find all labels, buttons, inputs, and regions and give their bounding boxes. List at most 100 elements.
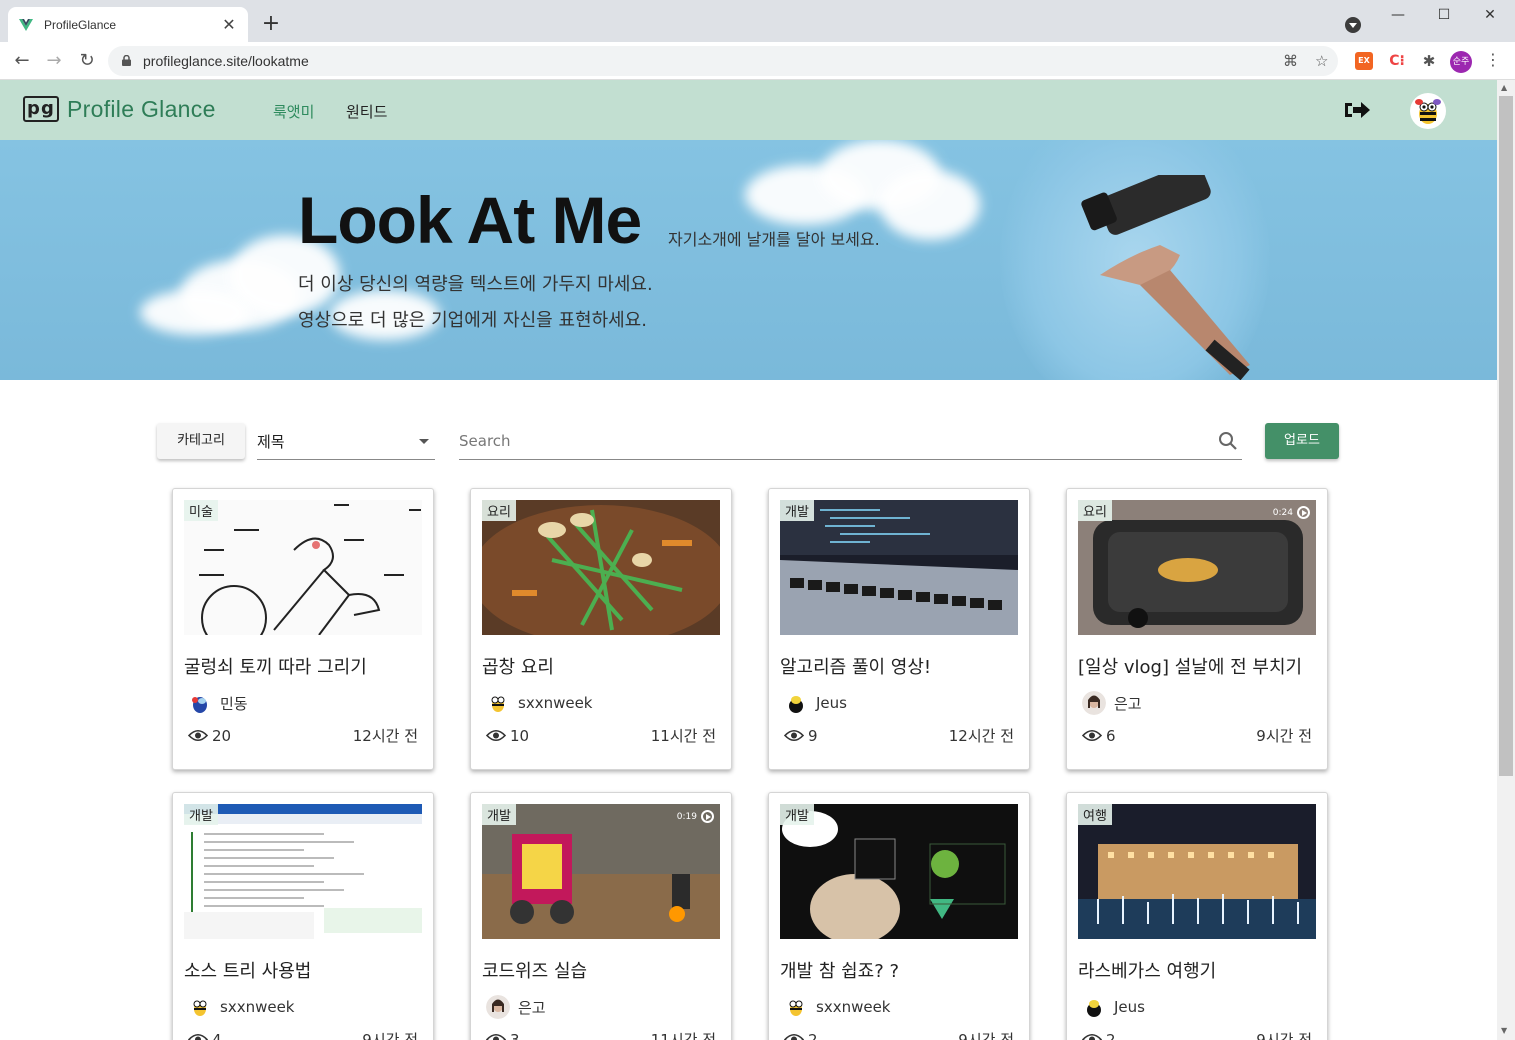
- video-card-1[interactable]: 미술 굴렁쇠 토끼 따라 그리기 민동 20 12시간 전: [172, 488, 434, 770]
- video-card-6[interactable]: 개발 0:19 코드위즈 실습 은고 3 11시간 전: [470, 792, 732, 1040]
- banner-line-1: 더 이상 당신의 역량을 텍스트에 가두지 마세요.: [298, 274, 653, 295]
- author-avatar: [1082, 995, 1106, 1019]
- extension-ex-icon[interactable]: EX: [1355, 52, 1373, 70]
- author-row[interactable]: 은고: [1082, 691, 1142, 715]
- category-tag: 개발: [780, 500, 814, 521]
- author-row[interactable]: Jeus: [784, 691, 847, 715]
- camcorder-hand-image: [1081, 175, 1250, 380]
- eye-icon: [188, 729, 208, 742]
- extension-c-icon[interactable]: C⁝: [1388, 52, 1406, 70]
- close-window-button[interactable]: ✕: [1467, 4, 1513, 34]
- stats-row: 10 11시간 전: [486, 725, 716, 746]
- stats-row: 4 9시간 전: [188, 1029, 418, 1040]
- new-tab-button[interactable]: +: [258, 12, 284, 38]
- author-name: 은고: [1114, 694, 1142, 713]
- view-count: 10: [486, 725, 529, 746]
- video-title[interactable]: 소스 트리 사용법: [184, 957, 424, 983]
- upload-time: 11시간 전: [650, 727, 716, 745]
- view-count: 2: [1082, 1029, 1116, 1040]
- thumbnail-image: [184, 500, 422, 635]
- video-duration: 0:24: [1273, 506, 1310, 519]
- video-thumbnail[interactable]: 여행: [1078, 804, 1316, 939]
- video-card-8[interactable]: 여행 라스베가스 여행기 Jeus 2 9시간 전: [1066, 792, 1328, 1040]
- video-card-7[interactable]: 개발 개발 참 쉽죠? ? sxxnweek 2 9시간 전: [768, 792, 1030, 1040]
- reload-icon[interactable]: ↻: [75, 49, 99, 73]
- bookmark-star-icon[interactable]: ☆: [1315, 52, 1328, 70]
- back-icon[interactable]: ←: [10, 49, 34, 73]
- video-card-4[interactable]: 요리 0:24 [일상 vlog] 설날에 전 부치기 은고 6 9시간 전: [1066, 488, 1328, 770]
- browser-menu-icon[interactable]: ⋮: [1485, 50, 1501, 69]
- author-avatar: [188, 691, 212, 715]
- logo-icon[interactable]: pg: [23, 96, 59, 122]
- video-title[interactable]: [일상 vlog] 설날에 전 부치기: [1078, 653, 1318, 679]
- author-row[interactable]: 민동: [188, 691, 248, 715]
- scroll-down-icon[interactable]: ▼: [1501, 1026, 1507, 1035]
- minimize-button[interactable]: —: [1375, 4, 1421, 34]
- author-avatar: [486, 995, 510, 1019]
- author-avatar: [188, 995, 212, 1019]
- upload-time: 9시간 전: [1256, 727, 1312, 745]
- video-title[interactable]: 알고리즘 풀이 영상!: [780, 653, 1020, 679]
- video-duration: 0:19: [677, 810, 714, 823]
- maximize-button[interactable]: ☐: [1421, 4, 1467, 34]
- category-tag: 개발: [780, 804, 814, 825]
- eye-icon: [188, 1033, 208, 1040]
- eye-icon: [486, 1033, 506, 1040]
- category-tag: 여행: [1078, 804, 1112, 825]
- author-row[interactable]: sxxnweek: [486, 691, 593, 715]
- scroll-up-icon[interactable]: ▲: [1501, 83, 1507, 92]
- video-title[interactable]: 굴렁쇠 토끼 따라 그리기: [184, 653, 424, 679]
- video-card-3[interactable]: 개발 알고리즘 풀이 영상! Jeus 9 12시간 전: [768, 488, 1030, 770]
- video-thumbnail[interactable]: 개발: [780, 804, 1018, 939]
- video-title[interactable]: 라스베가스 여행기: [1078, 957, 1318, 983]
- extensions-puzzle-icon[interactable]: ✱: [1420, 52, 1438, 70]
- logo-text[interactable]: Profile Glance: [67, 96, 216, 123]
- video-thumbnail[interactable]: 개발: [780, 500, 1018, 635]
- chevron-down-icon: [419, 439, 429, 444]
- author-name: 민동: [220, 694, 248, 713]
- stats-row: 2 9시간 전: [784, 1029, 1014, 1040]
- video-card-5[interactable]: 개발 소스 트리 사용법 sxxnweek 4 9시간 전: [172, 792, 434, 1040]
- page-scrollbar[interactable]: ▲ ▼: [1497, 80, 1515, 1040]
- video-thumbnail[interactable]: 미술: [184, 500, 422, 635]
- nav-lookatme[interactable]: 룩앳미: [273, 101, 314, 122]
- browser-profile-avatar[interactable]: 순주: [1450, 51, 1472, 73]
- play-icon: [701, 810, 714, 823]
- video-title[interactable]: 개발 참 쉽죠? ?: [780, 957, 1020, 983]
- thumbnail-image: [482, 804, 720, 939]
- scrollbar-thumb[interactable]: [1499, 96, 1513, 776]
- video-thumbnail[interactable]: 개발: [184, 804, 422, 939]
- video-thumbnail[interactable]: 요리 0:24: [1078, 500, 1316, 635]
- author-avatar: [784, 691, 808, 715]
- video-title[interactable]: 곱창 요리: [482, 653, 722, 679]
- upload-time: 11시간 전: [650, 1031, 716, 1040]
- stats-row: 2 9시간 전: [1082, 1029, 1312, 1040]
- translate-icon[interactable]: ⌘: [1283, 52, 1298, 70]
- video-thumbnail[interactable]: 개발 0:19: [482, 804, 720, 939]
- search-icon[interactable]: [1218, 431, 1238, 451]
- search-field-select[interactable]: 제목: [257, 423, 435, 460]
- category-tag: 요리: [1078, 500, 1112, 521]
- browser-tab[interactable]: ProfileGlance ✕: [8, 7, 248, 42]
- search-input[interactable]: [459, 429, 1199, 453]
- eye-icon: [1082, 1033, 1102, 1040]
- nav-wanted[interactable]: 원티드: [346, 101, 387, 122]
- upload-button[interactable]: 업로드: [1265, 423, 1339, 459]
- category-tag: 미술: [184, 500, 218, 521]
- author-row[interactable]: 은고: [486, 995, 546, 1019]
- tab-search-icon[interactable]: [1345, 17, 1361, 33]
- tab-close-icon[interactable]: ✕: [220, 15, 238, 34]
- author-row[interactable]: Jeus: [1082, 995, 1145, 1019]
- author-row[interactable]: sxxnweek: [188, 995, 295, 1019]
- video-card-2[interactable]: 요리 곱창 요리 sxxnweek 10 11시간 전: [470, 488, 732, 770]
- video-title[interactable]: 코드위즈 실습: [482, 957, 722, 983]
- category-button[interactable]: 카테고리: [157, 423, 245, 459]
- user-avatar[interactable]: [1410, 93, 1446, 129]
- address-bar[interactable]: profileglance.site/lookatme ⌘ ☆: [108, 46, 1338, 76]
- stats-row: 6 9시간 전: [1082, 725, 1312, 746]
- author-row[interactable]: sxxnweek: [784, 995, 891, 1019]
- forward-icon[interactable]: →: [42, 49, 66, 73]
- video-thumbnail[interactable]: 요리: [482, 500, 720, 635]
- category-tag: 요리: [482, 500, 516, 521]
- logout-icon[interactable]: [1343, 99, 1371, 121]
